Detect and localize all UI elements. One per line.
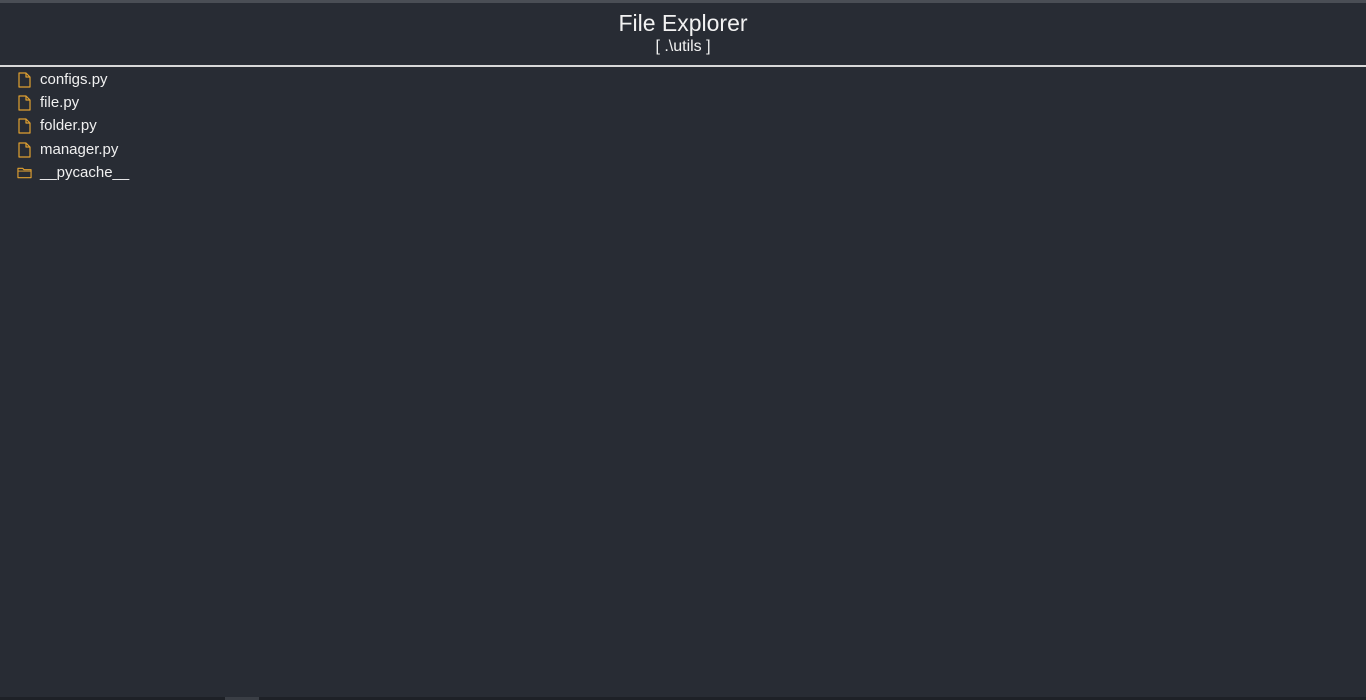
file-icon [17,95,32,111]
file-icon [17,141,32,158]
list-item-manager-py[interactable]: manager.py [0,138,1366,161]
file-icon [17,72,32,88]
list-item-pycache[interactable]: __pycache__ [0,161,1366,184]
list-item-file-py[interactable]: file.py [0,91,1366,114]
list-item-label: folder.py [40,117,97,135]
list-item-configs-py[interactable]: configs.py [0,68,1366,91]
file-list: configs.py file.py folder.py manager.py [0,68,1366,184]
list-item-label: configs.py [40,70,108,88]
list-item-label: manager.py [40,140,119,158]
current-path: [ .\utils ] [655,38,711,55]
page-title: File Explorer [618,10,748,36]
folder-icon [17,165,32,181]
list-item-folder-py[interactable]: folder.py [0,115,1366,138]
header-divider [0,65,1366,67]
list-item-label: file.py [40,93,80,111]
explorer-header: File Explorer [ .\utils ] [0,3,1366,65]
file-icon [17,118,32,134]
list-item-label: __pycache__ [40,163,130,181]
